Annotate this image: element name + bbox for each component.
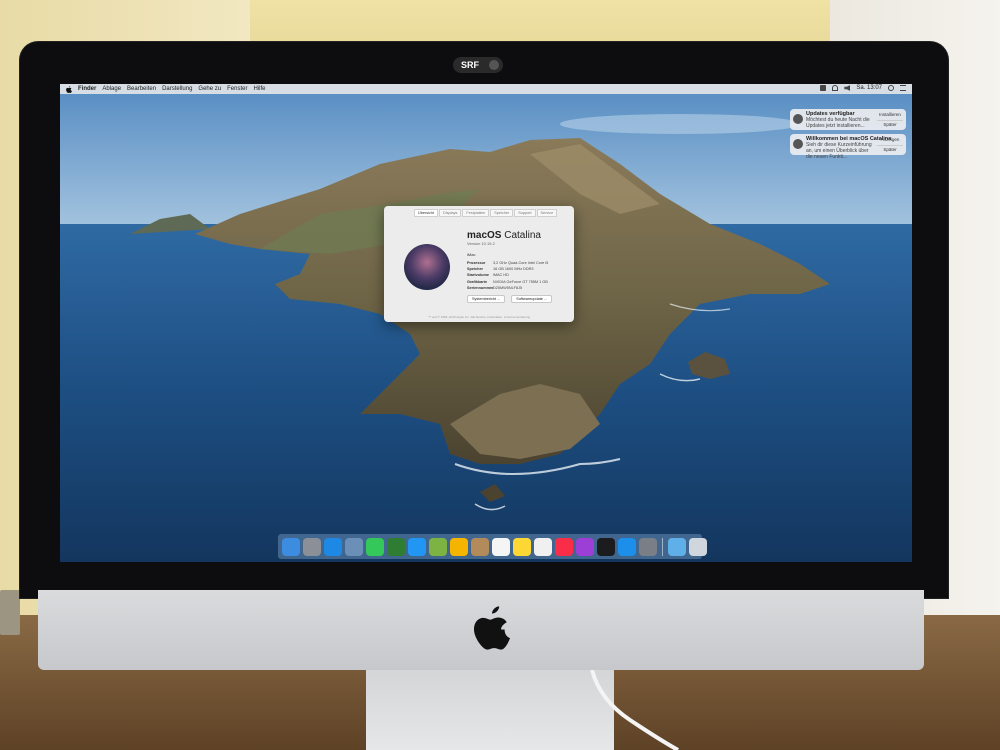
later-button[interactable]: Später — [877, 145, 903, 154]
camera-lens-icon — [489, 60, 499, 70]
about-tabs: Übersicht Displays Festplatten Speicher … — [414, 209, 558, 217]
dock — [278, 534, 707, 559]
menu-bar-status: Sa. 13:07 — [820, 85, 906, 91]
tab-service[interactable]: Service — [536, 209, 558, 217]
apple-menu-icon[interactable] — [66, 85, 72, 93]
dock-separator — [662, 537, 663, 556]
dock-app-finder-icon[interactable] — [282, 537, 300, 556]
os-version: Version 10.15.2 — [467, 241, 495, 246]
dock-app-erinnerungen-icon[interactable] — [534, 537, 552, 556]
menu-item-darstellung[interactable]: Darstellung — [162, 86, 192, 92]
dock-app-notizen-icon[interactable] — [513, 537, 531, 556]
os-name: macOS Catalina — [467, 230, 541, 241]
dock-app-karten-icon[interactable] — [429, 537, 447, 556]
imac-screen: Finder Ablage Bearbeiten Darstellung Geh… — [60, 84, 912, 562]
dock-app-musik-icon[interactable] — [555, 537, 573, 556]
dock-app-papierkorb-icon[interactable] — [689, 537, 707, 556]
tab-overview[interactable]: Übersicht — [414, 209, 439, 217]
notification-body: Sieh dir diese Kurzeinführung an, um ein… — [806, 142, 872, 160]
tab-storage[interactable]: Festplatten — [462, 209, 490, 217]
notification-welcome[interactable]: Willkommen bei macOS Catalina Sieh dir d… — [790, 134, 906, 160]
siri-icon[interactable] — [820, 85, 827, 91]
dock-app-launchpad-icon[interactable] — [303, 537, 321, 556]
dock-app-kontakte-icon[interactable] — [471, 537, 489, 556]
dock-app-systemeinstellungen-icon[interactable] — [639, 537, 657, 556]
mac-model: iMac — [467, 252, 476, 257]
catalina-wallpaper — [60, 94, 912, 562]
tab-memory[interactable]: Speicher — [490, 209, 514, 217]
notification-center-icon[interactable] — [900, 85, 906, 91]
dock-app-tv-icon[interactable] — [597, 537, 615, 556]
about-buttons: Systembericht ... Softwareupdate ... — [467, 295, 553, 303]
spotlight-icon[interactable] — [888, 85, 894, 91]
volume-icon[interactable] — [844, 85, 851, 91]
macos-icon — [793, 139, 803, 149]
menu-item-hilfe[interactable]: Hilfe — [253, 86, 265, 92]
notification-body: Möchtest du heute Nacht die Updates jetz… — [806, 117, 870, 129]
dock-app-fotos-vorschau-icon[interactable] — [345, 537, 363, 556]
desk-object — [0, 590, 20, 635]
dock-app-mail-icon[interactable] — [408, 537, 426, 556]
menu-bar: Finder Ablage Bearbeiten Darstellung Geh… — [60, 84, 912, 94]
show-button[interactable]: Anzeigen — [877, 136, 903, 144]
menu-item-ablage[interactable]: Ablage — [102, 86, 121, 92]
system-report-button[interactable]: Systembericht ... — [467, 295, 506, 303]
macos-catalina-logo — [404, 244, 450, 290]
camera-cover: SRF — [453, 57, 503, 73]
tab-displays[interactable]: Displays — [439, 209, 462, 217]
spec-list: Prozessor 3,2 GHz Quad-Core Intel Core i5… — [467, 260, 548, 291]
menu-item-bearbeiten[interactable]: Bearbeiten — [127, 86, 156, 92]
tab-support[interactable]: Support — [514, 209, 536, 217]
about-footer: ™ und © 1983–2019 Apple Inc. Alle Rechte… — [427, 315, 531, 319]
dock-app-app-store-icon[interactable] — [618, 537, 636, 556]
dock-app-kalender-icon[interactable] — [492, 537, 510, 556]
later-button[interactable]: Später — [877, 120, 903, 129]
dock-app-downloads-icon[interactable] — [668, 537, 686, 556]
dock-app-podcasts-icon[interactable] — [576, 537, 594, 556]
software-update-icon — [793, 114, 803, 124]
menu-bar-clock[interactable]: Sa. 13:07 — [856, 85, 882, 91]
dock-app-safari-icon[interactable] — [324, 537, 342, 556]
camera-cover-label: SRF — [461, 60, 479, 70]
notification-updates[interactable]: Updates verfügbar Möchtest du heute Nach… — [790, 109, 906, 130]
about-this-mac-window: Übersicht Displays Festplatten Speicher … — [384, 206, 574, 322]
dock-app-nachrichten-icon[interactable] — [366, 537, 384, 556]
install-button[interactable]: Installieren — [877, 111, 903, 119]
power-cable — [590, 670, 679, 750]
spec-row-serial: Seriennummer D25MW5NLF8J5 — [467, 285, 523, 290]
menu-item-gehe-zu[interactable]: Gehe zu — [198, 86, 221, 92]
wifi-icon[interactable] — [832, 85, 839, 91]
imac-stand — [366, 670, 614, 750]
software-update-button[interactable]: Softwareupdate ... — [511, 295, 553, 303]
dock-app-facetime-icon[interactable] — [387, 537, 405, 556]
dock-app-fotos-icon[interactable] — [450, 537, 468, 556]
menu-item-finder[interactable]: Finder — [78, 86, 96, 92]
apple-logo-icon — [474, 606, 510, 650]
menu-item-fenster[interactable]: Fenster — [227, 86, 247, 92]
